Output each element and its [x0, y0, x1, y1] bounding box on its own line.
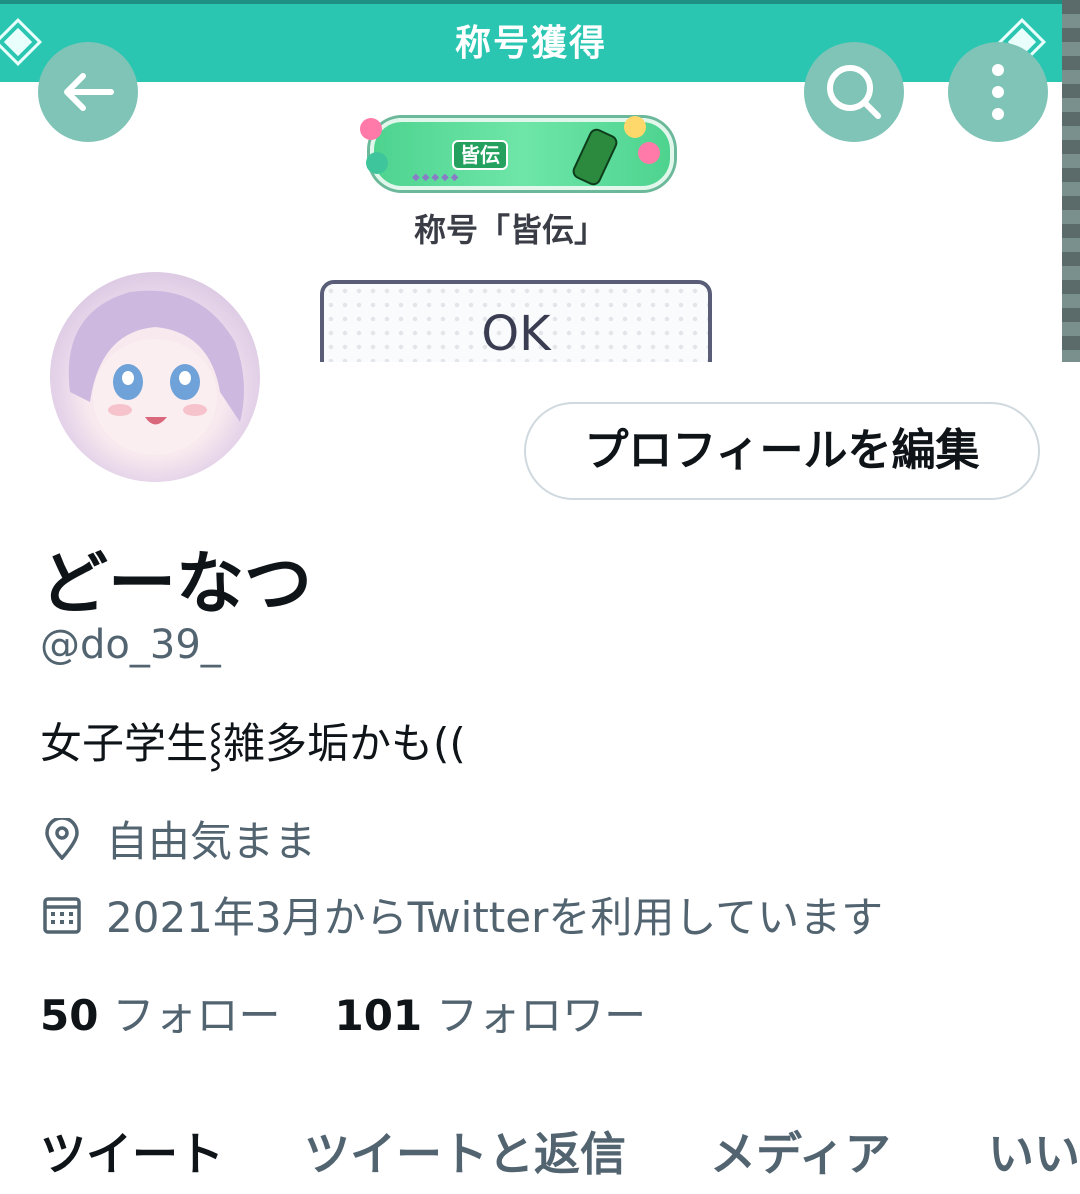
bottle-icon	[569, 126, 621, 188]
bio: 女子学生⸾雑多垢かも((	[40, 719, 466, 768]
following-link[interactable]: 50 フォロー	[40, 982, 280, 1043]
follow-stats: 50 フォロー 101 フォロワー	[40, 982, 700, 1043]
badge-label: 皆伝	[452, 140, 508, 170]
ok-button-label: OK	[481, 306, 551, 362]
location-pin-icon	[40, 817, 84, 861]
rank-dots-icon: ◆◆◆◆◆	[412, 172, 461, 183]
joined-row: 2021年3月からTwitterを利用しています	[40, 884, 883, 945]
game-side-strip	[1062, 0, 1080, 362]
calendar-icon	[40, 893, 84, 937]
title-caption: 称号「皆伝」	[413, 211, 606, 249]
back-arrow-icon	[64, 73, 114, 111]
search-icon	[827, 65, 881, 119]
flower-icon	[366, 152, 388, 174]
following-count: 50	[40, 991, 99, 1040]
ok-button[interactable]: OK	[320, 280, 712, 362]
title-badge: 皆伝 ◆◆◆◆◆	[360, 116, 674, 190]
flower-icon	[360, 118, 382, 140]
more-button[interactable]	[948, 42, 1048, 142]
tab-tweets-and-replies[interactable]: ツイートと返信	[304, 1118, 626, 1184]
more-vertical-icon	[992, 64, 1004, 120]
user-handle: @do_39_	[40, 622, 221, 668]
edit-profile-button[interactable]: プロフィールを編集	[524, 402, 1040, 500]
overlay-title: 称号獲得	[454, 23, 607, 64]
flower-icon	[624, 116, 646, 138]
location-row: 自由気まま	[40, 808, 316, 869]
profile-tabs: ツイート ツイートと返信 メディア いい	[0, 1118, 1080, 1194]
avatar-illustration	[68, 290, 244, 455]
flower-icon	[638, 142, 660, 164]
following-label: フォロー	[112, 991, 281, 1040]
followers-link[interactable]: 101 フォロワー	[334, 982, 646, 1043]
display-name: どーなつ	[40, 545, 313, 624]
tab-likes[interactable]: いい	[988, 1118, 1080, 1184]
tab-tweets[interactable]: ツイート	[40, 1118, 224, 1184]
joined-text: 2021年3月からTwitterを利用しています	[106, 893, 884, 942]
back-button[interactable]	[38, 42, 138, 142]
followers-label: フォロワー	[436, 991, 647, 1040]
avatar[interactable]	[46, 268, 264, 486]
followers-count: 101	[334, 991, 423, 1040]
tab-media[interactable]: メディア	[710, 1118, 891, 1184]
location-text: 自由気まま	[106, 817, 317, 866]
overlay-title-bar: 称号獲得	[0, 0, 1062, 82]
search-button[interactable]	[804, 42, 904, 142]
